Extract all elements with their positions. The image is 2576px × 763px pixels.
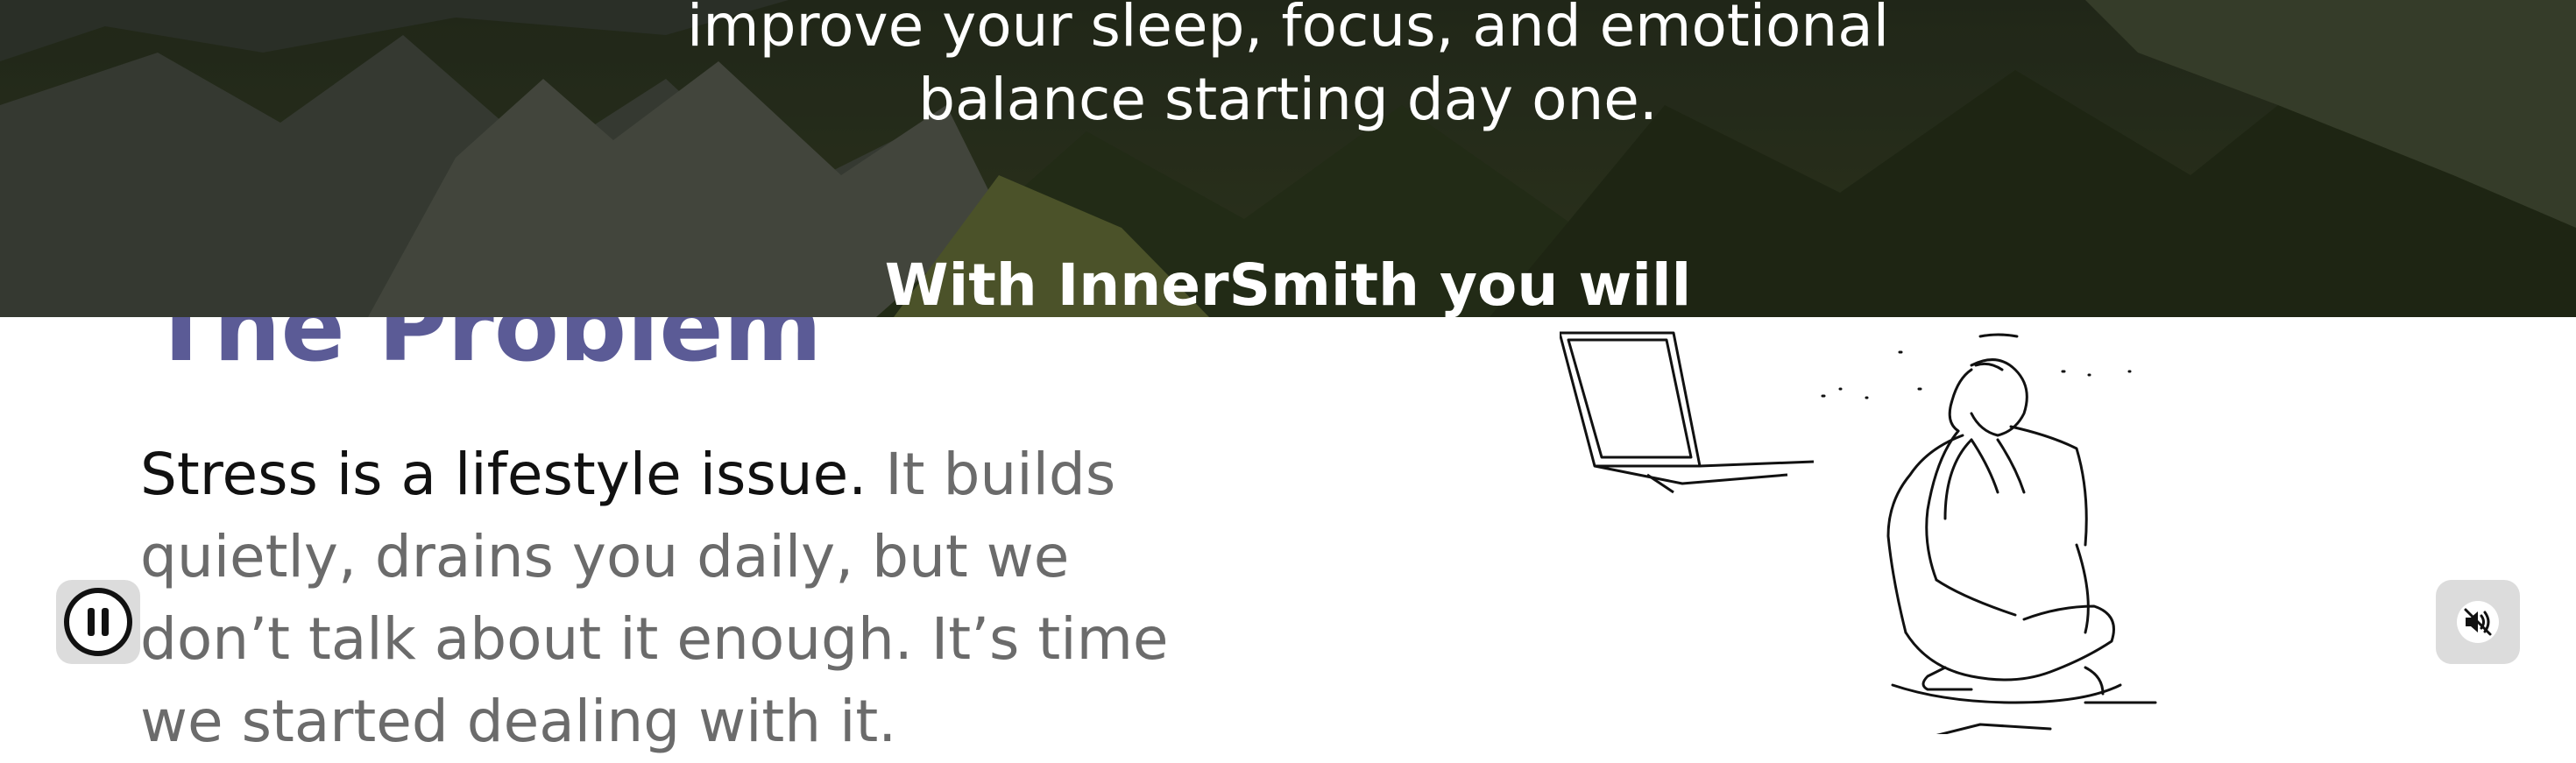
problem-description: Stress is a lifestyle issue. It builds q…: [140, 434, 1174, 763]
hero-subtitle-line-1: improve your sleep, focus, and emotional: [686, 0, 1890, 60]
mute-toggle-button[interactable]: [2436, 580, 2520, 664]
hero-section: improve your sleep, focus, and emotional…: [0, 0, 2576, 317]
stressed-person-laptop-illustration: [1560, 331, 2157, 734]
pause-icon: [64, 588, 132, 656]
hero-subtitle-line-2: balance starting day one.: [918, 66, 1658, 133]
hero-heading: With InnerSmith you will: [884, 251, 1692, 317]
speaker-muted-icon: [2457, 601, 2499, 643]
problem-lead-sentence: Stress is a lifestyle issue.: [140, 441, 867, 508]
pause-button[interactable]: [56, 580, 140, 664]
